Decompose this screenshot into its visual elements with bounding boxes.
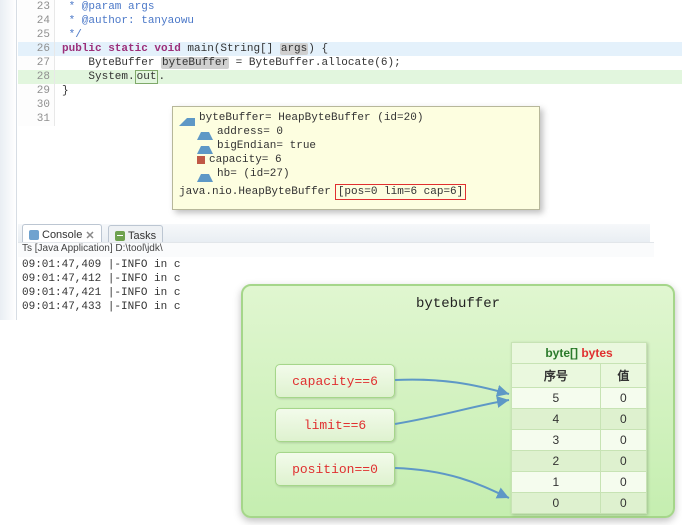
javadoc-line: * @author: tanyaowu	[62, 15, 194, 27]
debug-tooltip[interactable]: byteBuffer= HeapByteBuffer (id=20) addre…	[172, 106, 540, 210]
code-line[interactable]: }	[62, 84, 676, 98]
tab-label: Tasks	[128, 230, 156, 242]
table-row: 10	[512, 472, 647, 493]
tooltip-field: hb= (id=27)	[179, 167, 533, 181]
console-line: 09:01:47,409 |-INFO in c	[22, 258, 654, 272]
table-row: 40	[512, 409, 647, 430]
field-square-icon	[197, 156, 205, 164]
chip-position: position==0	[275, 452, 395, 486]
table-col-header: 值	[600, 364, 646, 388]
tab-label: Console	[42, 229, 82, 241]
console-subheader: Ts [Java Application] D:\tool\jdk\	[18, 242, 654, 257]
table-row: 50	[512, 388, 647, 409]
ide-left-gutter-strip	[0, 0, 17, 320]
field-triangle-icon	[197, 166, 213, 182]
current-line[interactable]: public static void main(String[] args) {	[62, 42, 676, 56]
line-number-gutter: 23 24 25 26 27 28 29 30 31	[18, 0, 55, 126]
javadoc-line: */	[62, 29, 82, 41]
tooltip-field: bigEndian= true	[179, 139, 533, 153]
tasks-icon	[115, 231, 125, 241]
code-line[interactable]: ByteBuffer byteBuffer = ByteBuffer.alloc…	[62, 56, 676, 70]
tooltip-field: address= 0	[179, 125, 533, 139]
table-col-header: 序号	[512, 364, 601, 388]
console-icon	[29, 230, 39, 240]
tooltip-field: capacity= 6	[179, 153, 533, 167]
table-row: 30	[512, 430, 647, 451]
chip-capacity: capacity==6	[275, 364, 395, 398]
javadoc-line: * @param args	[62, 1, 154, 13]
chip-limit: limit==6	[275, 408, 395, 442]
expand-triangle-icon[interactable]	[179, 110, 195, 126]
tooltip-header: byteBuffer= HeapByteBuffer (id=20)	[179, 111, 533, 125]
tooltip-highlight-box: [pos=0 lim=6 cap=6]	[335, 184, 466, 200]
close-icon[interactable]	[85, 230, 95, 240]
tab-console[interactable]: Console	[22, 224, 102, 243]
bytebuffer-diagram: bytebuffer capacity==6 limit==6 position…	[241, 284, 675, 518]
table-row: 00	[512, 493, 647, 514]
breakpoint-line[interactable]: System.out.	[62, 70, 676, 84]
view-tab-bar: Console Tasks	[18, 224, 650, 243]
table-row: 20	[512, 451, 647, 472]
tooltip-footer: java.nio.HeapByteBuffer[pos=0 lim=6 cap=…	[179, 185, 533, 199]
diagram-title: bytebuffer	[243, 296, 673, 312]
field-triangle-icon	[197, 138, 213, 154]
bytes-table: byte[] bytes 序号 值 50 40 30 20 10 00	[511, 342, 647, 514]
